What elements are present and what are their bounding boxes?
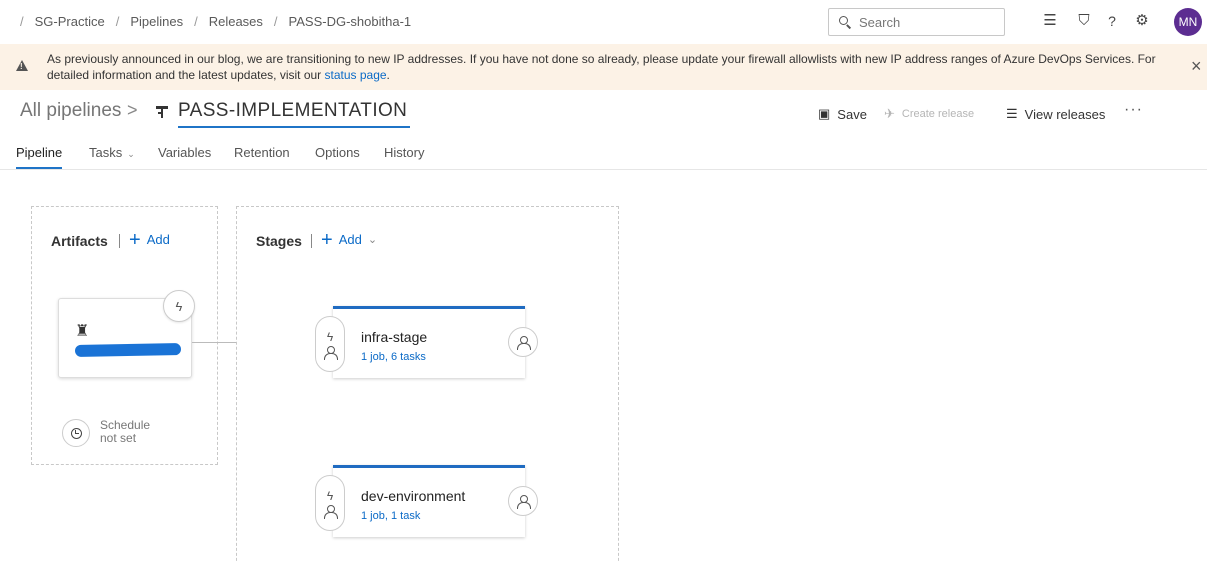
person-icon xyxy=(517,494,531,509)
chevron-down-icon: ⌄ xyxy=(127,149,135,159)
stage-tasks-link[interactable]: 1 job, 1 task xyxy=(361,510,420,522)
release-pipeline-icon xyxy=(156,106,168,118)
status-page-link[interactable]: status page xyxy=(325,68,387,82)
warning-icon xyxy=(16,60,28,71)
save-icon: ▣ xyxy=(818,106,831,121)
tab-pipeline[interactable]: Pipeline xyxy=(16,145,63,169)
add-stage-button[interactable]: + Add ⌄ xyxy=(321,228,378,251)
stage-card-dev-environment[interactable]: dev-environment 1 job, 1 task xyxy=(333,465,525,537)
divider xyxy=(119,234,120,248)
tab-history[interactable]: History xyxy=(384,145,424,160)
redacted-artifact-name xyxy=(74,343,182,357)
person-icon xyxy=(517,335,531,350)
stages-title: Stages xyxy=(256,233,302,249)
lightning-icon: ϟ xyxy=(326,489,334,503)
lightning-icon: ϟ xyxy=(326,330,334,344)
search-box[interactable] xyxy=(828,8,1005,36)
save-label: Save xyxy=(837,106,867,122)
view-releases-label: View releases xyxy=(1024,106,1106,122)
clock-icon xyxy=(70,427,82,439)
tab-bar: Pipeline Tasks ⌄ Variables Retention Opti… xyxy=(0,140,1207,170)
title-chevron: > xyxy=(127,100,138,120)
breadcrumb-pipelines[interactable]: Pipelines xyxy=(130,14,183,29)
continuous-deployment-trigger-icon[interactable]: ϟ xyxy=(163,290,195,322)
title-row: All pipelines > PASS-IMPLEMENTATION ▣ Sa… xyxy=(0,96,1207,130)
search-input[interactable] xyxy=(859,14,999,30)
stage-name: infra-stage xyxy=(361,329,428,345)
close-icon[interactable]: × xyxy=(1191,57,1202,75)
banner-message: As previously announced in our blog, we … xyxy=(47,51,1167,83)
breadcrumb-release-pipeline[interactable]: PASS-DG-shobitha-1 xyxy=(289,14,412,29)
search-icon xyxy=(839,16,851,28)
tab-options[interactable]: Options xyxy=(315,145,360,160)
banner-suffix: . xyxy=(386,68,390,82)
tab-variables[interactable]: Variables xyxy=(158,145,211,160)
plus-icon: + xyxy=(321,228,333,251)
save-button[interactable]: ▣ Save xyxy=(818,106,867,122)
stage-tasks-link[interactable]: 1 job, 6 tasks xyxy=(361,351,426,363)
marketplace-bag-icon[interactable]: ⛉ xyxy=(1075,12,1093,30)
stage-card-infra-stage[interactable]: infra-stage 1 job, 6 tasks xyxy=(333,306,525,378)
add-artifact-button[interactable]: + Add xyxy=(129,228,170,251)
task-list-icon[interactable]: ☰ xyxy=(1041,12,1059,30)
divider xyxy=(311,234,312,248)
pre-deployment-conditions[interactable]: ϟ xyxy=(315,316,345,372)
breadcrumb-releases[interactable]: Releases xyxy=(209,14,263,29)
plus-icon: + xyxy=(129,228,141,251)
artifacts-title: Artifacts xyxy=(51,233,108,249)
more-actions-icon[interactable]: ··· xyxy=(1124,101,1143,119)
list-icon: ☰ xyxy=(1006,106,1018,121)
breadcrumb-separator: / xyxy=(273,14,278,29)
schedule-trigger-button[interactable] xyxy=(62,419,90,447)
approver-icon xyxy=(324,505,338,519)
breadcrumb: / SG-Practice / Pipelines / Releases / P… xyxy=(20,14,411,29)
create-release-label: Create release xyxy=(901,108,975,120)
approver-icon xyxy=(324,346,338,360)
banner-text: As previously announced in our blog, we … xyxy=(47,52,1156,82)
stage-name: dev-environment xyxy=(361,488,466,504)
announcement-banner: As previously announced in our blog, we … xyxy=(0,44,1207,90)
breadcrumb-separator: / xyxy=(115,14,120,29)
chevron-down-icon: ⌄ xyxy=(367,234,378,246)
add-artifact-label: Add xyxy=(146,232,170,247)
all-pipelines-link[interactable]: All pipelines xyxy=(20,100,121,122)
pipeline-name-field[interactable]: PASS-IMPLEMENTATION xyxy=(178,100,410,128)
post-deployment-approvers[interactable] xyxy=(508,327,538,357)
add-stage-label: Add xyxy=(338,232,362,247)
breadcrumb-separator: / xyxy=(194,14,198,29)
breadcrumb-separator: / xyxy=(20,14,24,29)
tab-tasks-label: Tasks xyxy=(89,145,123,160)
schedule-status: Schedule not set xyxy=(100,419,150,445)
post-deployment-approvers[interactable] xyxy=(508,486,538,516)
user-settings-icon[interactable]: ⚙ xyxy=(1133,12,1151,30)
pre-deployment-conditions[interactable]: ϟ xyxy=(315,475,345,531)
create-release-button[interactable]: ✈ Create release xyxy=(884,106,974,122)
breadcrumb-project[interactable]: SG-Practice xyxy=(35,14,105,29)
tab-retention[interactable]: Retention xyxy=(234,145,290,160)
avatar[interactable]: MN xyxy=(1174,8,1202,36)
schedule-line-2: not set xyxy=(100,431,137,445)
rocket-icon: ✈ xyxy=(884,106,895,121)
help-icon[interactable]: ? xyxy=(1103,12,1121,30)
tab-tasks[interactable]: Tasks ⌄ xyxy=(89,145,135,160)
view-releases-button[interactable]: ☰ View releases xyxy=(1006,106,1105,122)
top-bar: / SG-Practice / Pipelines / Releases / P… xyxy=(0,0,1207,44)
build-artifact-icon: ♜ xyxy=(75,323,90,340)
